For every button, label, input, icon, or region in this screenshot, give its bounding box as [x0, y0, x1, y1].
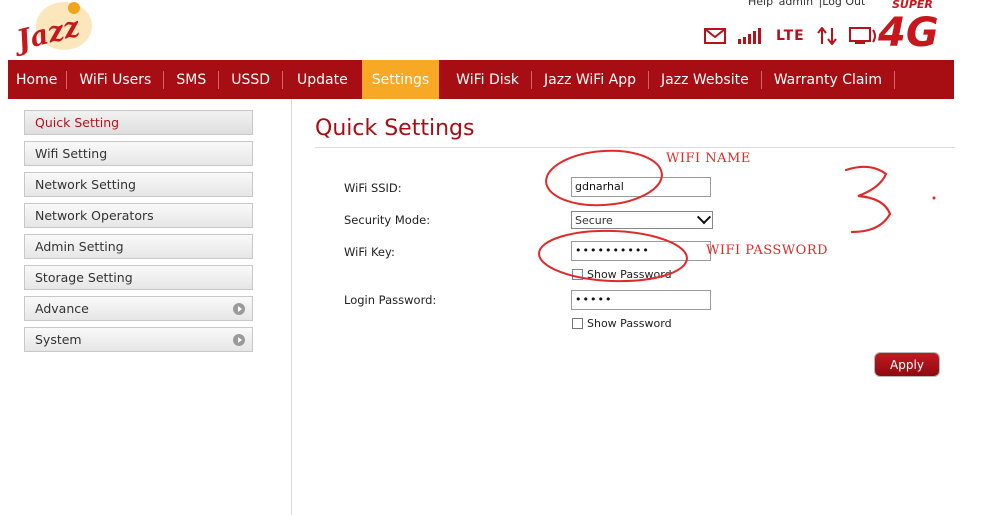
sidebar-item-label: Network Setting [35, 177, 136, 192]
login-password-label: Login Password: [344, 293, 437, 307]
nav-label: Jazz Website [661, 71, 749, 88]
content-divider [291, 100, 292, 515]
show-password-label: Show Password [587, 268, 672, 281]
chevron-down-icon [696, 210, 712, 225]
super-4g-badge: SUPER 4G [878, 0, 939, 52]
nav-label: Warranty Claim [773, 71, 882, 88]
sidebar-item-label: Advance [35, 301, 89, 316]
nav-ussd[interactable]: USSD [219, 60, 282, 99]
sidebar-item-network-operators[interactable]: Network Operators [24, 203, 253, 228]
nav-label: WiFi Users [79, 71, 152, 88]
nav-label: SMS [176, 71, 207, 88]
sidebar-item-label: Wifi Setting [35, 146, 108, 161]
apply-button[interactable]: Apply [875, 353, 939, 376]
sidebar-item-label: System [35, 332, 82, 347]
checkbox[interactable] [572, 269, 583, 280]
top-links: Help admin |Log Out [748, 0, 867, 8]
help-link[interactable]: Help [748, 0, 773, 8]
nav-label: USSD [231, 71, 271, 88]
sidebar-item-wifi-setting[interactable]: Wifi Setting [24, 141, 253, 166]
user-link[interactable]: admin [779, 0, 813, 8]
annotation-dot [932, 196, 936, 200]
svg-text:Jazz: Jazz [14, 9, 84, 58]
login-show-password[interactable]: Show Password [572, 317, 672, 330]
network-type: LTE [776, 28, 805, 44]
nav-wifi-disk[interactable]: WiFi Disk [439, 60, 531, 99]
expand-arrow-icon [233, 334, 245, 346]
annotation-wifi-name: WIFI NAME [666, 151, 751, 166]
logout-link[interactable]: |Log Out [819, 0, 866, 8]
nav-settings[interactable]: Settings [361, 60, 440, 99]
settings-sidebar: Quick Setting Wifi Setting Network Setti… [24, 110, 253, 358]
nav-label: Settings [371, 71, 430, 88]
status-bar: LTE [704, 24, 879, 48]
sidebar-item-storage-setting[interactable]: Storage Setting [24, 265, 253, 290]
jazz-logo: Jazz [14, 2, 92, 58]
page-title: Quick Settings [315, 116, 475, 141]
sidebar-item-admin-setting[interactable]: Admin Setting [24, 234, 253, 259]
sidebar-item-label: Quick Setting [35, 115, 120, 130]
nav-update[interactable]: Update [283, 60, 362, 99]
nav-label: WiFi Disk [456, 71, 520, 88]
wifi-key-input[interactable]: •••••••••• [571, 241, 711, 261]
sidebar-item-system[interactable]: System [24, 327, 253, 352]
nav-jazz-website[interactable]: Jazz Website [649, 60, 761, 99]
sidebar-item-network-setting[interactable]: Network Setting [24, 172, 253, 197]
ssid-label: WiFi SSID: [344, 181, 402, 195]
main-nav: Home WiFi Users SMS USSD Update Settings… [8, 60, 954, 99]
sidebar-item-label: Network Operators [35, 208, 154, 223]
nav-divider [893, 70, 895, 89]
sidebar-item-advance[interactable]: Advance [24, 296, 253, 321]
nav-label: Home [16, 71, 58, 88]
annotation-number-three [844, 165, 892, 234]
show-password-label: Show Password [587, 317, 672, 330]
nav-label: Update [297, 71, 348, 88]
login-password-input[interactable]: ••••• [571, 290, 711, 310]
nav-sms[interactable]: SMS [164, 60, 218, 99]
annotation-wifi-password: WIFI PASSWORD [706, 243, 829, 258]
sidebar-item-label: Admin Setting [35, 239, 124, 254]
wifi-key-show-password[interactable]: Show Password [572, 268, 672, 281]
security-mode-value: Secure [575, 213, 613, 227]
checkbox[interactable] [572, 318, 583, 329]
data-transfer-icon [816, 27, 837, 45]
security-mode-select[interactable]: Secure [571, 210, 713, 229]
ssid-input[interactable]: gdnarhal [571, 177, 711, 197]
nav-wifi-users[interactable]: WiFi Users [67, 60, 163, 99]
wifi-key-label: WiFi Key: [344, 245, 395, 259]
sidebar-item-quick-setting[interactable]: Quick Setting [24, 110, 253, 135]
security-mode-label: Security Mode: [344, 213, 431, 227]
signal-icon [738, 28, 764, 44]
nav-jazz-wifi-app[interactable]: Jazz WiFi App [532, 60, 648, 99]
connected-device-icon [848, 26, 879, 46]
expand-arrow-icon [233, 303, 245, 315]
nav-warranty-claim[interactable]: Warranty Claim [762, 60, 894, 99]
nav-label: Jazz WiFi App [544, 71, 637, 88]
nav-home[interactable]: Home [8, 60, 66, 99]
sidebar-item-label: Storage Setting [35, 270, 133, 285]
title-rule [315, 147, 955, 148]
mail-icon[interactable] [704, 28, 726, 44]
svg-text:4G: 4G [878, 10, 939, 52]
